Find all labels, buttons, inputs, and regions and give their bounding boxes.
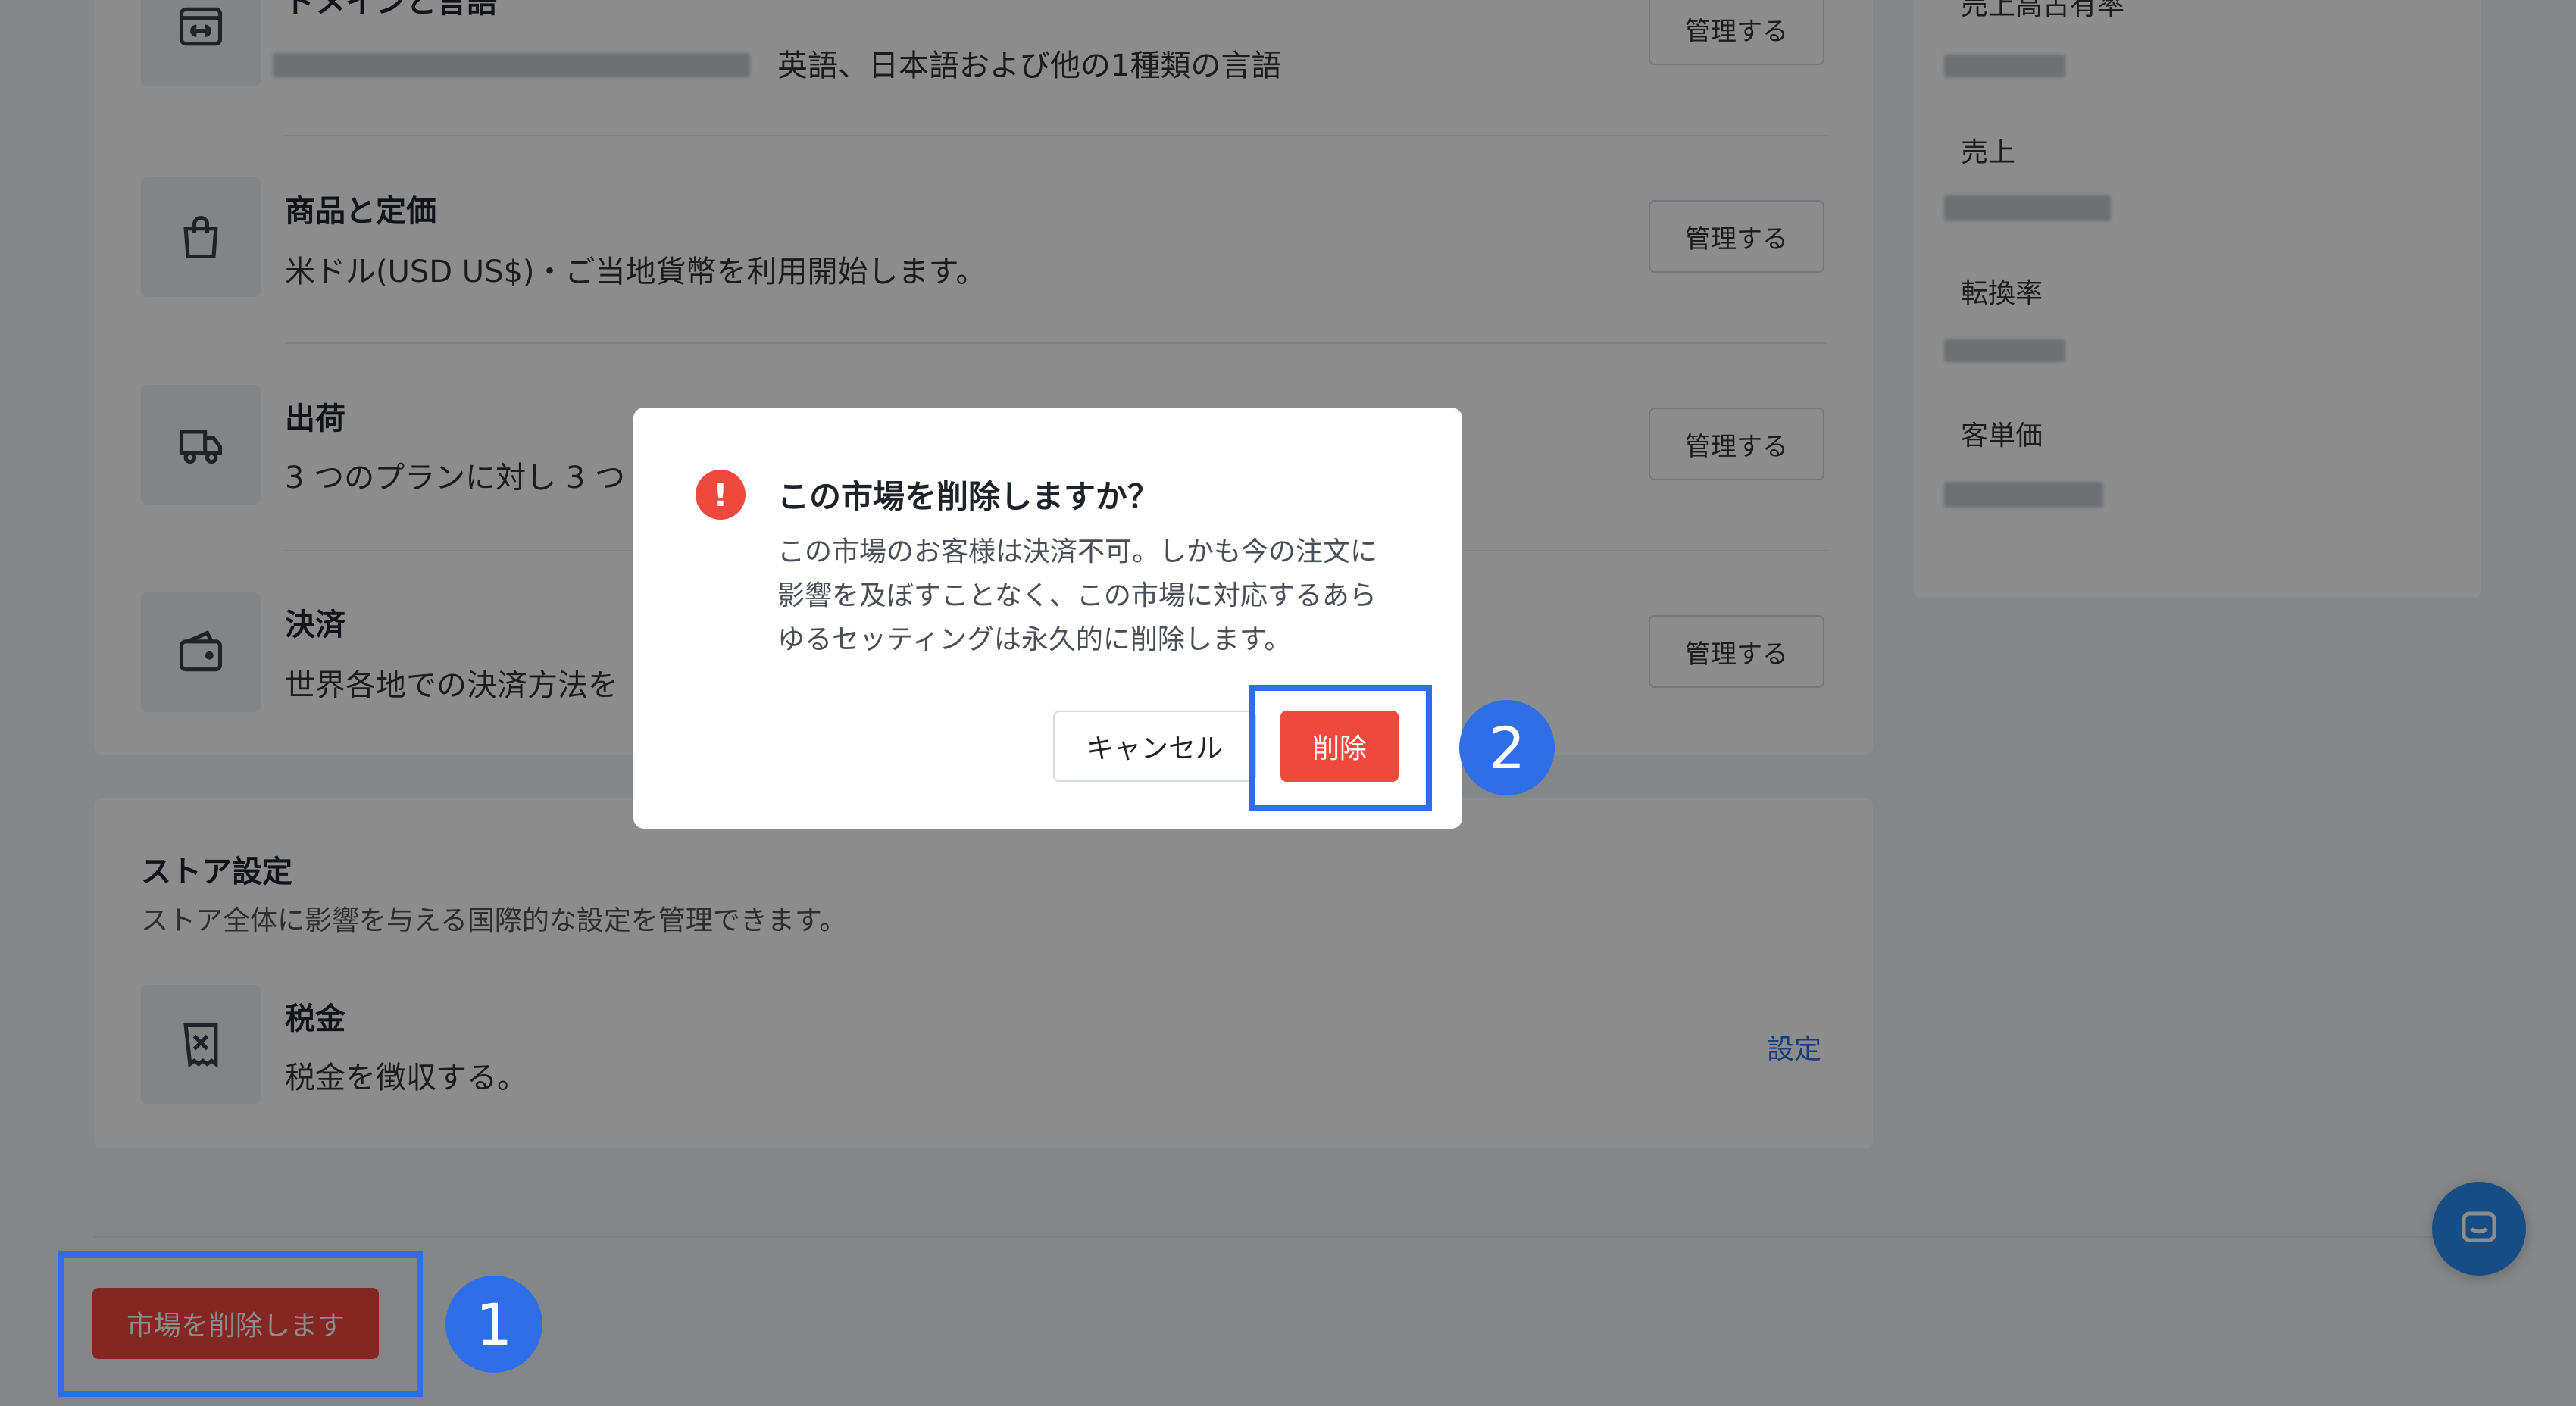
cancel-button[interactable]: キャンセル <box>1053 711 1256 782</box>
alert-icon: ! <box>696 470 746 520</box>
dialog-body: この市場のお客様は決済不可。しかも今の注文に影響を及ぼすことなく、この市場に対応… <box>777 536 1378 655</box>
step2-highlight <box>1249 685 1432 811</box>
step1-badge: 1 <box>445 1276 542 1373</box>
alert-glyph: ! <box>713 476 728 514</box>
step1-highlight <box>58 1251 423 1397</box>
dialog-title: この市場を削除しますか？ <box>777 478 1160 515</box>
step2-badge: 2 <box>1459 700 1555 795</box>
